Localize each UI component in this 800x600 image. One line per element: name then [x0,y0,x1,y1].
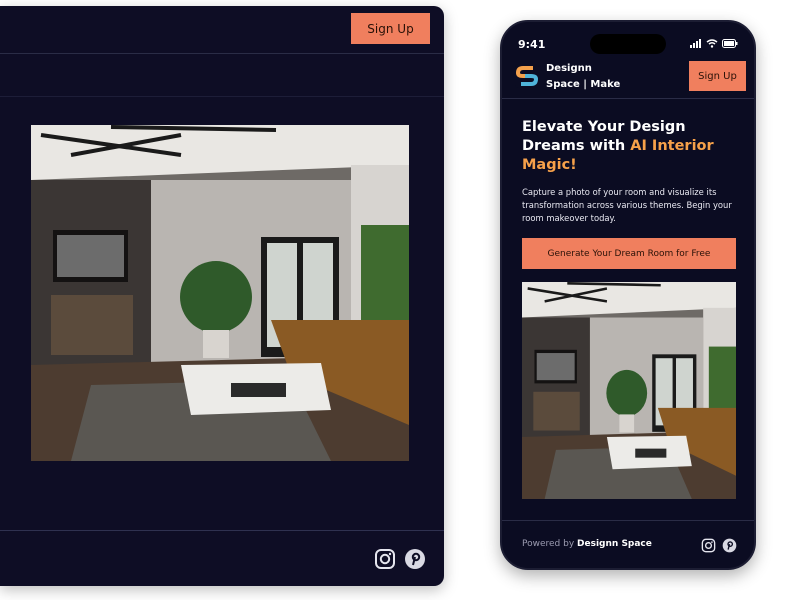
desktop-preview: Sign Up [0,6,444,586]
phone-room-photo [522,282,736,499]
pinterest-icon[interactable] [404,548,426,570]
brand-name-line1: Designn [546,63,592,74]
signal-icon [690,39,701,48]
battery-icon [722,39,738,48]
phone-header-divider [502,98,754,99]
desktop-signup-button[interactable]: Sign Up [351,13,430,44]
room-illustration [31,125,409,461]
phone-signup-button[interactable]: Sign Up [689,61,746,91]
status-time: 9:41 [518,38,546,51]
status-icons [690,39,738,48]
brand-name[interactable]: Designn Space | Make [546,61,620,93]
desktop-divider [0,96,444,97]
phone-footer-divider [502,520,754,521]
desktop-header: Sign Up [0,6,444,54]
pinterest-icon[interactable] [722,538,737,553]
room-photo [31,125,409,461]
powered-by-text: Powered by Designn Space [522,539,652,549]
brand-name-line2: Space | Make [546,79,621,90]
phone-notch [590,34,666,54]
phone-mockup: 9:41 Designn Space | Make Sign Up Elevat… [500,20,756,570]
powered-by-brand[interactable]: Designn Space [577,539,652,549]
phone-room-illustration [522,282,736,499]
wifi-icon [706,39,718,48]
instagram-icon[interactable] [374,548,396,570]
powered-by-prefix: Powered by [522,539,578,549]
generate-room-button[interactable]: Generate Your Dream Room for Free [522,238,736,269]
hero-description: Capture a photo of your room and visuali… [522,187,732,223]
instagram-icon[interactable] [701,538,716,553]
hero-headline: Elevate Your Design Dreams with AI Inter… [522,118,742,175]
brand-logo-icon[interactable] [515,64,539,88]
